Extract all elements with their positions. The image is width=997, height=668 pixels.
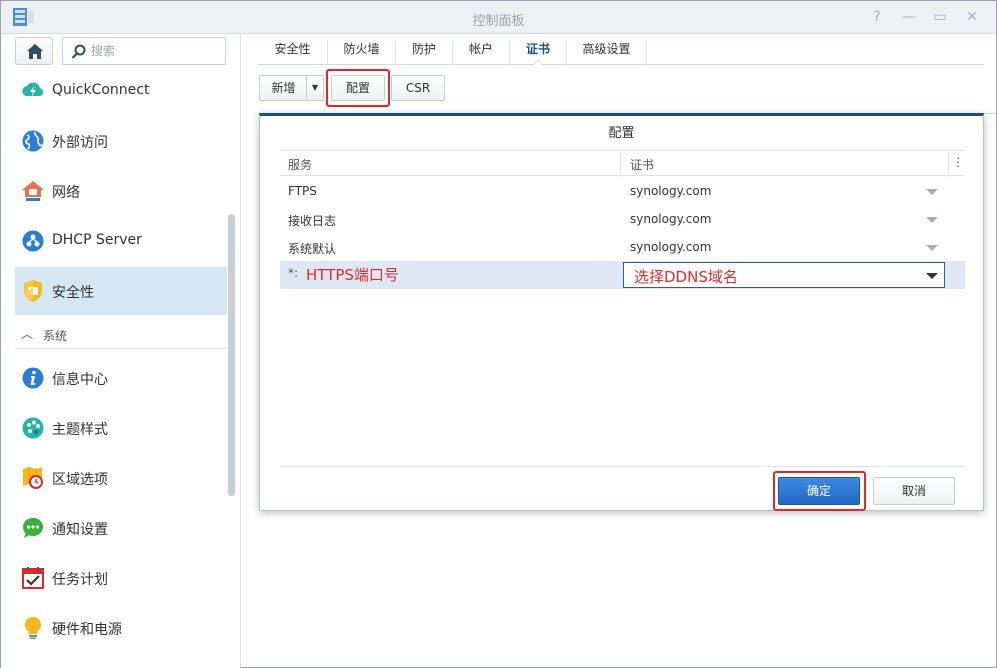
service-prefix: *: [288,266,299,280]
shield-icon [24,280,42,302]
column-separator [948,151,949,177]
title-bar: 控制面板 ? — ▭ ✕ [1,1,996,34]
service-name: 系统默认 [288,242,337,256]
sidebar-scrollbar[interactable] [228,214,235,496]
csr-button[interactable]: CSR [391,75,445,101]
tab-account[interactable]: 帐户 [453,40,510,65]
footer-divider [280,466,965,467]
tab-protection[interactable]: 防护 [396,40,453,65]
window-title: 控制面板 [472,14,525,29]
cert-select[interactable]: 选择DDNS域名 [623,262,945,288]
dhcp-icon [22,230,44,252]
search-input[interactable] [91,42,221,60]
sidebar-item-dhcp-server[interactable]: DHCP Server [15,217,227,265]
sidebar-item-regional-options[interactable]: 区域选项 [15,454,227,502]
new-dropdown-button[interactable]: ▼ [306,75,324,101]
sidebar-item-label: QuickConnect [52,82,150,98]
search-box[interactable] [62,37,226,65]
home-icon [27,44,43,59]
cert-value[interactable]: synology.com [630,184,711,198]
column-header-cert[interactable]: 证书 [630,156,654,173]
sidebar-item-quickconnect[interactable]: QuickConnect [15,67,227,115]
annotation-select-ddns: 选择DDNS域名 [634,268,738,286]
chevron-down-icon[interactable] [926,217,938,223]
search-icon [71,44,86,59]
globe-icon [22,130,44,152]
sidebar-item-label: 安全性 [52,285,94,301]
chevron-up-icon: ︿ [21,327,34,341]
cert-value[interactable]: synology.com [630,240,711,254]
column-separator [620,151,621,177]
sidebar-item-label: 硬件和电源 [52,622,122,638]
minimize-icon[interactable]: — [899,7,919,27]
sidebar-item-notification[interactable]: 通知设置 [15,504,227,552]
map-clock-icon [23,467,43,489]
section-label: 系统 [43,329,68,343]
help-icon[interactable]: ? [867,7,887,27]
sidebar: QuickConnect 外部访问 网络 [1,34,241,668]
sidebar-item-label: 外部访问 [52,135,108,151]
highlight-ok [773,471,866,511]
sidebar-item-label: 网络 [52,185,80,201]
lightbulb-icon [25,617,41,639]
maximize-icon[interactable]: ▭ [930,7,950,27]
chevron-down-icon[interactable] [926,189,938,195]
service-name: 接收日志 [288,214,337,228]
sidebar-item-label: 通知设置 [52,522,108,538]
column-header-service[interactable]: 服务 [288,156,312,173]
network-house-icon [22,181,44,201]
calendar-check-icon [22,567,44,589]
new-button[interactable]: 新增 [259,75,307,101]
tab-security[interactable]: 安全性 [258,40,328,65]
cert-value[interactable]: synology.com [630,212,711,226]
tab-advanced[interactable]: 高级设置 [567,40,647,65]
sidebar-item-label: 任务计划 [52,572,108,588]
config-dialog: 配置 服务 证书 ⋮ FTPS synology.com 接收日志 synolo… [259,113,984,511]
sidebar-item-hardware-power[interactable]: 硬件和电源 [15,604,227,652]
table-row[interactable]: 系统默认 synology.com [280,233,965,261]
section-system-header[interactable]: ︿ 系统 [15,323,227,349]
sidebar-item-info-center[interactable]: 信息中心 [15,354,227,402]
palette-icon [22,417,44,439]
sidebar-item-label: 区域选项 [52,472,108,488]
sidebar-item-label: 主题样式 [52,422,108,438]
sidebar-item-security[interactable]: 安全性 [15,267,227,315]
column-menu-icon[interactable]: ⋮ [952,155,964,169]
grid-header: 服务 证书 ⋮ [280,150,965,177]
chat-bubble-icon [23,518,43,538]
chevron-down-icon[interactable] [926,273,938,279]
sidebar-item-external-access[interactable]: 外部访问 [15,117,227,165]
dialog-title: 配置 [608,126,635,141]
tab-bar: 安全性 防火墙 防护 帐户 证书 高级设置 [258,34,984,65]
sidebar-item-task-scheduler[interactable]: 任务计划 [15,554,227,602]
close-icon[interactable]: ✕ [962,7,982,27]
tab-firewall[interactable]: 防火墙 [328,40,396,65]
table-row[interactable]: 接收日志 synology.com [280,205,965,233]
background-grid-edge [984,113,996,114]
active-tab-indicator [533,59,543,65]
service-name: FTPS [288,184,317,198]
highlight-config [326,69,390,107]
quickconnect-icon [22,82,44,97]
home-button[interactable] [15,37,53,65]
chevron-down-icon[interactable] [926,245,938,251]
caret-down-icon: ▼ [311,83,319,92]
control-panel-window: 控制面板 ? — ▭ ✕ QuickConnect [0,0,997,668]
annotation-https-port: HTTPS端口号 [306,266,399,284]
info-icon [22,367,44,389]
sidebar-item-label: 信息中心 [52,372,108,388]
cancel-button[interactable]: 取消 [873,477,955,505]
sidebar-item-network[interactable]: 网络 [15,167,227,215]
sidebar-item-theme[interactable]: 主题样式 [15,404,227,452]
table-row[interactable]: FTPS synology.com [280,177,965,205]
table-row-selected[interactable]: *: HTTPS端口号 选择DDNS域名 [280,261,965,289]
sidebar-item-label: DHCP Server [52,232,142,248]
